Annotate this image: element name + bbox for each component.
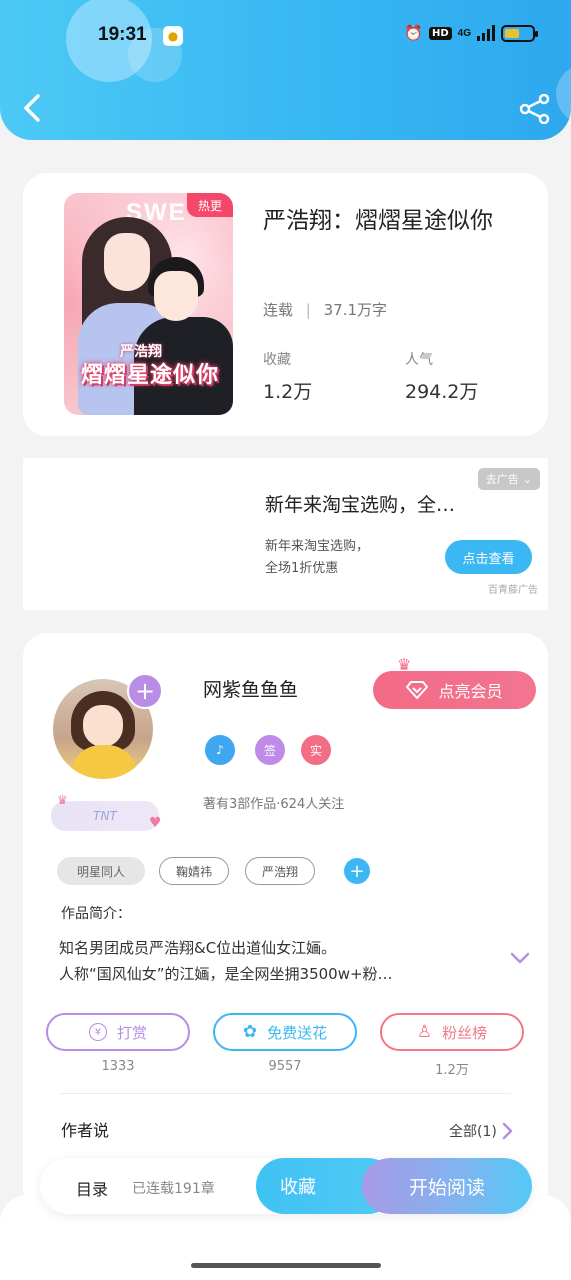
network-label: 4G bbox=[457, 27, 471, 39]
cover-figure bbox=[154, 271, 198, 321]
ad-description: 新年来淘宝选购， 全场1折优惠 bbox=[265, 536, 369, 580]
author-name[interactable]: 网紫鱼鱼鱼 bbox=[203, 675, 298, 702]
flower-count: 9557 bbox=[268, 1059, 302, 1074]
start-reading-button[interactable]: 开始阅读 bbox=[362, 1158, 532, 1214]
send-flower-label: 免费送花 bbox=[267, 1023, 328, 1042]
avatar-figure bbox=[83, 705, 123, 747]
signed-badge-icon[interactable]: 签 bbox=[255, 735, 285, 765]
hot-badge: 热更 bbox=[187, 193, 233, 217]
chevron-right-icon bbox=[502, 1122, 513, 1140]
divider bbox=[59, 1093, 511, 1094]
user-icon: ♙ bbox=[416, 1022, 433, 1042]
author-says-title: 作者说 bbox=[61, 1121, 110, 1140]
remove-ad-button[interactable]: 去广告 ⌄ bbox=[477, 468, 540, 490]
heart-icon: ♥ bbox=[149, 815, 162, 831]
yen-icon: ¥ bbox=[88, 1023, 107, 1041]
flower-icon: ✿ bbox=[242, 1022, 258, 1042]
send-flower-button[interactable]: ✿ 免费送花 bbox=[213, 1013, 357, 1051]
back-button[interactable] bbox=[18, 92, 48, 124]
book-info-card: SWE 严浩翔 熠熠星途似你 热更 严浩翔：熠熠星途似你 连载 | 37.1万字… bbox=[23, 173, 548, 436]
ad-description-line: 新年来淘宝选购， bbox=[265, 539, 370, 554]
tag-item[interactable]: 严浩翔 bbox=[245, 857, 315, 885]
chevron-down-icon: ⌄ bbox=[522, 472, 532, 486]
vip-button-label: 点亮会员 bbox=[438, 682, 503, 701]
book-meta: 连载 | 37.1万字 bbox=[263, 299, 387, 320]
header-bar: 19:31 ● ⏰ HD 4G bbox=[0, 0, 571, 140]
ad-banner[interactable]: 去广告 ⌄ 新年来淘宝选购，全… 新年来淘宝选购， 全场1折优惠 点击查看 百青… bbox=[23, 458, 548, 610]
cover-title-text: 熠熠星途似你 bbox=[80, 363, 219, 388]
book-cover[interactable]: SWE 严浩翔 熠熠星途似你 热更 bbox=[64, 193, 233, 415]
follow-plus-button[interactable]: + bbox=[127, 673, 163, 709]
chapter-status: 已连载191章 bbox=[132, 1181, 215, 1197]
battery-icon bbox=[501, 24, 538, 42]
tip-label: 打赏 bbox=[116, 1023, 147, 1042]
decor-bubble bbox=[556, 64, 571, 124]
intro-label: 作品简介： bbox=[61, 906, 131, 922]
collect-value: 1.2万 bbox=[263, 381, 313, 403]
ad-title: 新年来淘宝选购，全… bbox=[265, 494, 456, 516]
lightbulb-icon: ● bbox=[163, 26, 183, 46]
book-status: 连载 bbox=[263, 301, 294, 319]
ad-description-line: 全场1折优惠 bbox=[265, 561, 339, 576]
status-icons: ⏰ HD 4G bbox=[404, 24, 538, 42]
alarm-icon: ⏰ bbox=[404, 25, 423, 42]
status-time: 19:31 bbox=[98, 24, 147, 45]
all-link-label: 全部(1) bbox=[449, 1124, 497, 1140]
author-stats: 著有3部作品·624人关注 bbox=[203, 797, 345, 812]
popularity-label: 人气 bbox=[405, 352, 433, 368]
remove-ad-label: 去广告 bbox=[485, 473, 519, 486]
fan-ranking-label: 粉丝榜 bbox=[442, 1023, 488, 1042]
diamond-icon bbox=[406, 681, 429, 699]
signal-icon bbox=[477, 25, 495, 41]
vip-button[interactable]: 点亮会员 bbox=[373, 671, 536, 709]
book-title: 严浩翔：熠熠星途似你 bbox=[263, 208, 493, 234]
music-badge-icon[interactable]: ♪ bbox=[205, 735, 235, 765]
hd-badge: HD bbox=[428, 26, 452, 40]
fan-ranking-button[interactable]: ♙ 粉丝榜 bbox=[380, 1013, 524, 1051]
popularity-value: 294.2万 bbox=[405, 381, 479, 403]
bottom-action-bar: 目录 已连载191章 收藏 开始阅读 bbox=[40, 1158, 532, 1214]
avatar-figure bbox=[71, 745, 137, 779]
share-button[interactable] bbox=[519, 94, 551, 124]
cover-figure bbox=[104, 233, 150, 291]
chevron-down-icon[interactable] bbox=[509, 951, 531, 965]
intro-line: 知名男团成员严浩翔&C位出道仙女江婳。 bbox=[59, 939, 337, 957]
add-tag-button[interactable]: + bbox=[344, 858, 370, 884]
tag-item[interactable]: 鞠婧祎 bbox=[159, 857, 229, 885]
all-comments-link[interactable]: 全部(1) bbox=[449, 1121, 513, 1141]
intro-line: 人称“国风仙女”的江婳，是全网坐拥3500w+粉… bbox=[59, 965, 393, 983]
tip-count: 1333 bbox=[101, 1059, 135, 1074]
toc-button[interactable]: 目录 bbox=[76, 1176, 108, 1200]
ad-source: 百青藤广告 bbox=[488, 585, 538, 596]
home-indicator[interactable] bbox=[191, 1263, 381, 1268]
author-card: + TNT ♛ ♥ 网紫鱼鱼鱼 ♛ 点亮会员 ♪ 签 实 著有3部作品·624人… bbox=[23, 633, 548, 1213]
book-word-count: 37.1万字 bbox=[323, 301, 388, 319]
collect-label: 收藏 bbox=[263, 352, 291, 368]
fan-count: 1.2万 bbox=[435, 1063, 469, 1078]
tag-item[interactable]: 明星同人 bbox=[57, 857, 145, 885]
tip-button[interactable]: ¥ 打赏 bbox=[46, 1013, 190, 1051]
intro-text[interactable]: 知名男团成员严浩翔&C位出道仙女江婳。 人称“国风仙女”的江婳，是全网坐拥350… bbox=[59, 935, 489, 987]
crown-icon: ♛ bbox=[57, 793, 68, 807]
verified-badge-icon[interactable]: 实 bbox=[301, 735, 331, 765]
ad-cta-button[interactable]: 点击查看 bbox=[445, 540, 532, 574]
meta-divider: | bbox=[305, 301, 311, 319]
